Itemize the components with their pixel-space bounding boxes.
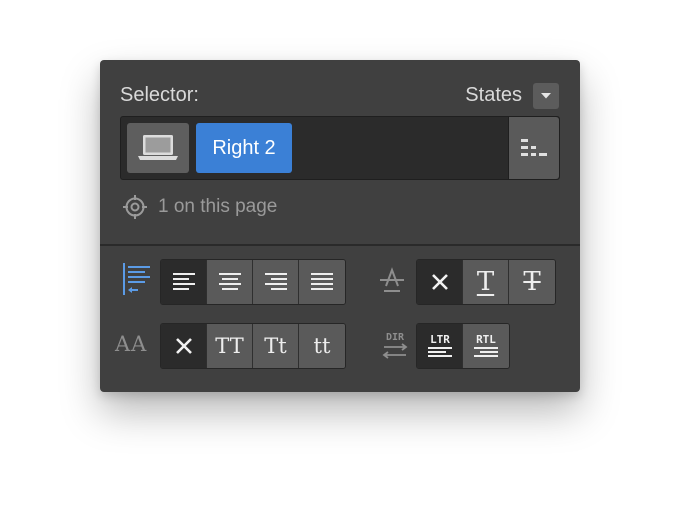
rtl-button[interactable]: RTL <box>463 324 509 368</box>
chevron-down-icon <box>541 93 551 99</box>
text-case-icon: AA <box>115 332 147 356</box>
align-left-icon <box>172 273 195 290</box>
align-right-icon <box>264 273 287 290</box>
none-x-icon <box>431 274 448 290</box>
selector-settings-button[interactable] <box>508 117 559 179</box>
decoration-group: T T <box>416 259 556 305</box>
direction-group: LTR RTL <box>416 323 510 369</box>
lowercase-button[interactable]: tt <box>299 324 345 368</box>
strikethrough-button[interactable]: T <box>509 260 555 304</box>
strikethrough-icon: T <box>523 267 541 297</box>
underline-icon: T <box>476 267 495 297</box>
align-left-button[interactable] <box>161 260 207 304</box>
align-center-icon <box>218 273 241 290</box>
svg-text:LTR: LTR <box>430 333 450 346</box>
case-none-button[interactable] <box>161 324 207 368</box>
lowercase-label: tt <box>313 334 331 358</box>
uppercase-label: TT <box>215 334 244 358</box>
align-justify-icon <box>311 273 333 290</box>
states-label[interactable]: States <box>465 84 522 107</box>
align-center-button[interactable] <box>207 260 253 304</box>
ltr-icon: LTR <box>427 333 452 357</box>
svg-text:RTL: RTL <box>476 333 496 346</box>
text-case-label: AA <box>115 332 148 356</box>
align-right-button[interactable] <box>253 260 299 304</box>
align-justify-button[interactable] <box>299 260 345 304</box>
capitalize-button[interactable]: Tt <box>253 324 299 368</box>
none-x-icon <box>175 338 192 354</box>
underline-button[interactable]: T <box>463 260 509 304</box>
text-align-icon <box>120 262 154 301</box>
capitalize-group: TT Tt tt <box>160 323 346 369</box>
text-decoration-icon <box>378 266 406 299</box>
selector-settings-icon <box>521 139 547 156</box>
direction-label: DIR <box>386 332 405 343</box>
capitalize-label: Tt <box>264 334 287 358</box>
decoration-none-button[interactable] <box>417 260 463 304</box>
crosshair-icon <box>123 195 147 219</box>
selector-count: 1 on this page <box>122 194 277 220</box>
selector-section: Selector: States Right 2 1 on this page <box>100 60 580 244</box>
states-dropdown-button[interactable] <box>533 83 559 109</box>
ltr-button[interactable]: LTR <box>417 324 463 368</box>
alignment-group <box>160 259 346 305</box>
laptop-icon <box>138 135 178 160</box>
count-text: 1 on this page <box>158 196 278 217</box>
uppercase-button[interactable]: TT <box>207 324 253 368</box>
typography-panel: Selector: States Right 2 1 on this page … <box>100 60 580 392</box>
rtl-icon: RTL <box>474 333 498 357</box>
class-tag[interactable]: Right 2 <box>196 123 292 173</box>
device-button[interactable] <box>127 123 189 173</box>
text-direction-icon: DIR <box>380 330 410 365</box>
selector-label: Selector: <box>120 84 199 106</box>
section-divider <box>100 244 580 246</box>
selector-field[interactable]: Right 2 <box>120 116 560 180</box>
